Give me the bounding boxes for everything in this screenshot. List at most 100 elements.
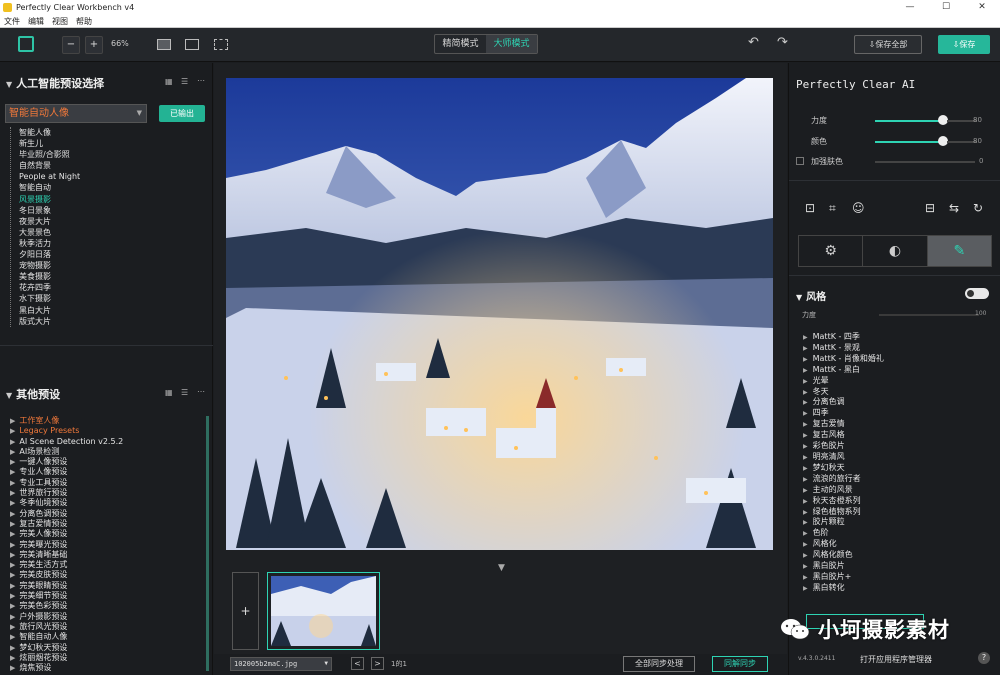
next-image-button[interactable]: > [371,657,384,670]
preset-item[interactable]: 智能自动 [19,182,80,193]
scrollbar[interactable] [206,416,209,671]
other-preset-item[interactable]: ▶ AI Scene Detection v2.5.2 [10,437,123,447]
flip-horizontal-icon[interactable]: ⇆ [949,201,959,215]
prev-image-button[interactable]: < [351,657,364,670]
style-item[interactable]: ▶ 主动的风景 [803,485,884,496]
curves-icon[interactable]: ⊡ [805,201,815,215]
menu-edit[interactable]: 编辑 [28,16,44,27]
crop-icon[interactable]: ⌗ [829,201,836,216]
preset-dropdown[interactable]: 智能自动人像 ▼ [5,104,147,123]
other-preset-item[interactable]: ▶ 工作室人像 [10,416,123,426]
sync-all-button[interactable]: 全部同步处理 [623,656,695,672]
preset-item[interactable]: 新生儿 [19,138,80,149]
style-item[interactable]: ▶ 复古风格 [803,430,884,441]
other-preset-item[interactable]: ▶ Legacy Presets [10,426,123,436]
other-preset-item[interactable]: ▶ 完美曝光预设 [10,540,123,550]
style-item[interactable]: ▶ 复古爱情 [803,419,884,430]
add-image-button[interactable]: + [232,572,259,650]
redo-icon[interactable]: ↷ [777,35,788,50]
collapse-filmstrip-icon[interactable]: ▼ [498,563,505,573]
other-preset-item[interactable]: ▶ 专业人像预设 [10,467,123,477]
undo-icon[interactable]: ↶ [748,35,759,50]
style-item[interactable]: ▶ 流浪的旅行者 [803,474,884,485]
preset-item[interactable]: 毕业照/合影照 [19,149,80,160]
preset-item[interactable]: 冬日景象 [19,205,80,216]
other-preset-item[interactable]: ▶ 完美细节预设 [10,591,123,601]
menu-view[interactable]: 视图 [52,16,68,27]
minimize-button[interactable]: — [892,0,928,15]
style-item[interactable]: ▶ 黑白胶片 [803,561,884,572]
flip-vertical-icon[interactable]: ⊟ [925,201,935,215]
other-preset-item[interactable]: ▶ 分离色调预设 [10,509,123,519]
color-slider[interactable] [875,136,948,146]
preset-item[interactable]: 水下摄影 [19,293,80,304]
other-preset-item[interactable]: ▶ AI场景检测 [10,447,123,457]
skin-tone-checkbox[interactable] [796,157,804,165]
tab-style-icon[interactable]: ✎ [927,236,991,266]
other-preset-item[interactable]: ▶ 户外摄影预设 [10,612,123,622]
other-preset-item[interactable]: ▶ 复古爱情预设 [10,519,123,529]
style-item[interactable]: ▶ 黑白转化 [803,583,884,594]
preset-item[interactable]: 美食摄影 [19,271,80,282]
preset-item[interactable]: 宠物摄影 [19,260,80,271]
program-manager-link[interactable]: 打开应用程序管理器 [860,654,932,665]
other-preset-item[interactable]: ▶ 专业工具预设 [10,478,123,488]
tab-adjust-icon[interactable]: ⚙ [799,236,864,266]
style-item[interactable]: ▶ 冬天 [803,387,884,398]
list-view-icon[interactable]: ☰ [181,77,188,86]
help-icon[interactable]: ? [978,652,990,664]
face-icon[interactable]: ☺ [852,201,865,215]
strength-slider[interactable] [875,115,948,125]
style-item[interactable]: ▶ MattK - 黑白 [803,365,884,376]
preset-item[interactable]: 大景景色 [19,227,80,238]
export-button[interactable]: 已输出 [159,105,205,122]
style-item[interactable]: ▶ 彩色胶片 [803,441,884,452]
more-icon[interactable]: ⋯ [197,387,205,396]
style-item[interactable]: ▶ 黑白胶片+ [803,572,884,583]
menu-help[interactable]: 帮助 [76,16,92,27]
other-preset-item[interactable]: ▶ 世界旅行预设 [10,488,123,498]
other-preset-item[interactable]: ▶ 完美皮肤预设 [10,570,123,580]
style-item[interactable]: ▶ 胶片颗粒 [803,517,884,528]
style-item[interactable]: ▶ 光晕 [803,376,884,387]
zoom-in-button[interactable]: + [85,36,103,54]
split-view-icon[interactable] [185,39,199,50]
other-preset-item[interactable]: ▶ 完美清晰基础 [10,550,123,560]
other-preset-item[interactable]: ▶ 智能自动人像 [10,632,123,642]
style-item[interactable]: ▶ 明亮清风 [803,452,884,463]
save-button[interactable]: ⇩保存 [938,35,990,54]
preset-item[interactable]: 花卉四季 [19,282,80,293]
other-preset-item[interactable]: ▶ 梦幻秋天预设 [10,643,123,653]
menu-file[interactable]: 文件 [4,16,20,27]
other-preset-item[interactable]: ▶ 完美生活方式 [10,560,123,570]
grid-view-icon[interactable]: ▦ [165,388,173,397]
ai-preset-header[interactable]: ▼ 人工智能预设选择 [6,75,104,91]
style-toggle[interactable] [965,288,989,299]
preset-item[interactable]: 夕阳日落 [19,249,80,260]
style-strength-slider[interactable] [879,314,979,316]
other-preset-item[interactable]: ▶ 一键人像预设 [10,457,123,467]
more-icon[interactable]: ⋯ [197,76,205,85]
style-item[interactable]: ▶ 分离色调 [803,397,884,408]
preset-item[interactable]: 版式大片 [19,316,80,327]
preset-item[interactable]: 夜景大片 [19,216,80,227]
image-thumbnail[interactable] [267,572,380,650]
other-preset-item[interactable]: ▶ 完美色彩预设 [10,601,123,611]
other-preset-item[interactable]: ▶ 旅行风光预设 [10,622,123,632]
filename-dropdown[interactable]: 102005b2maC.jpg ▼ [230,657,332,671]
single-view-icon[interactable] [157,39,171,50]
style-item[interactable]: ▶ MattK - 肖像和婚礼 [803,354,884,365]
other-preset-item[interactable]: ▶ 完美眼睛预设 [10,581,123,591]
other-preset-header[interactable]: ▼ 其他预设 [6,386,60,402]
style-item[interactable]: ▶ 四季 [803,408,884,419]
tab-effects-icon[interactable]: ◐ [863,236,928,266]
save-all-button[interactable]: ⇩保存全部 [854,35,922,54]
other-preset-item[interactable]: ▶ 完美人像预设 [10,529,123,539]
style-item[interactable]: ▶ 梦幻秋天 [803,463,884,474]
list-view-icon[interactable]: ☰ [181,388,188,397]
zoom-out-button[interactable]: − [62,36,80,54]
style-item[interactable]: ▶ 色阶 [803,528,884,539]
other-preset-item[interactable]: ▶ 烧焦预设 [10,663,123,673]
style-item[interactable]: ▶ 绿色植物系列 [803,507,884,518]
style-header[interactable]: ▼ 风格 [796,288,826,303]
